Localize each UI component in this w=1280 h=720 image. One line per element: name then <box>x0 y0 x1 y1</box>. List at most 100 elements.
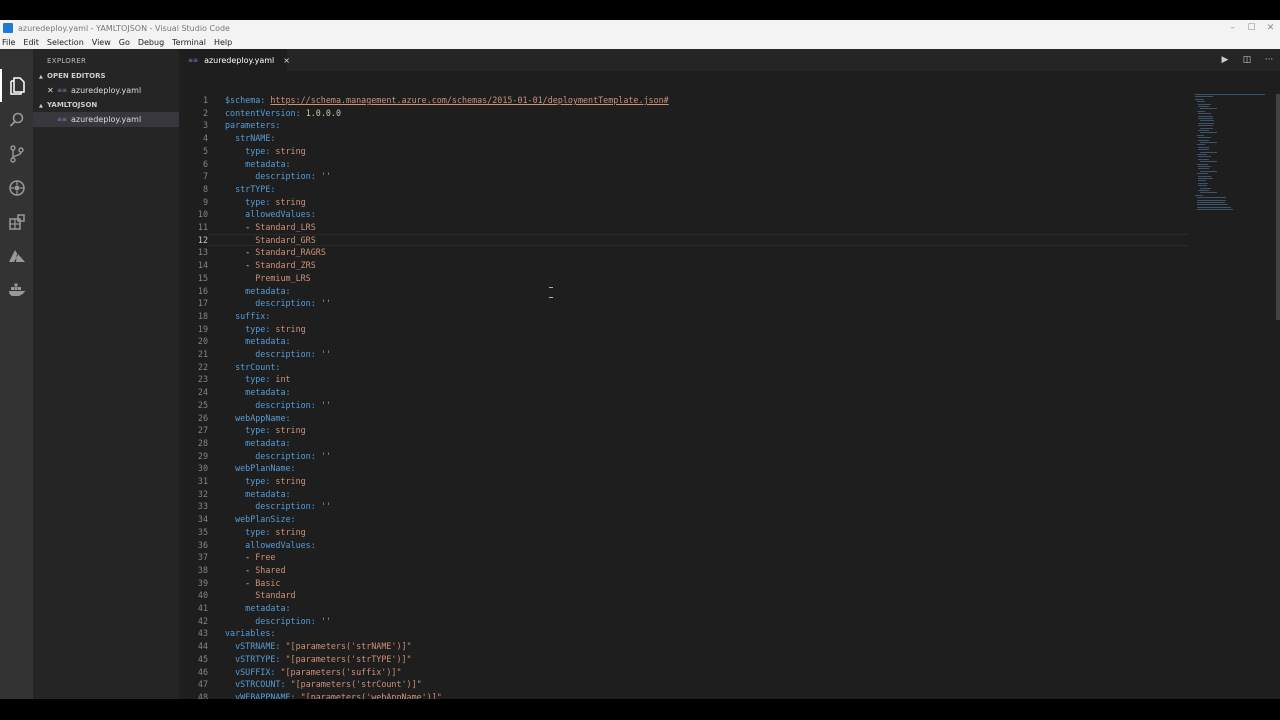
code-line[interactable]: 23 type: int <box>179 373 1189 386</box>
code-line[interactable]: 33 description: '' <box>179 500 1189 513</box>
line-number: 38 <box>197 564 208 575</box>
code-line[interactable]: 43 variables: <box>179 627 1189 640</box>
code-editor[interactable]: 1 $schema: https://schema.management.azur… <box>179 94 1189 699</box>
code-token: webPlanSize: <box>225 514 296 525</box>
code-line[interactable]: 20 metadata: <box>179 335 1189 348</box>
extensions-icon[interactable] <box>0 205 33 238</box>
code-line[interactable]: 47 vSTRCOUNT: "[parameters('strCount')]" <box>179 678 1189 691</box>
explorer-icon[interactable] <box>0 69 33 102</box>
code-line[interactable]: 32 metadata: <box>179 488 1189 501</box>
code-line[interactable]: 18 suffix: <box>179 310 1189 323</box>
code-line[interactable]: 45 vSTRTYPE: "[parameters('strTYPE')]" <box>179 653 1189 666</box>
menu-file[interactable]: File <box>2 38 15 47</box>
run-icon[interactable]: ▶ <box>1214 55 1236 65</box>
code-line[interactable]: 9 type: string <box>179 196 1189 209</box>
code-line[interactable]: 10 allowedValues: <box>179 208 1189 221</box>
line-text: metadata: <box>225 386 290 399</box>
code-line[interactable]: 34 webPlanSize: <box>179 513 1189 526</box>
line-text: metadata: <box>225 602 290 615</box>
code-line[interactable]: 16 metadata: <box>179 285 1189 298</box>
yaml-file-icon: ≡≡ <box>57 87 68 94</box>
close-icon[interactable]: ✕ <box>1261 20 1280 36</box>
code-line[interactable]: 17 description: '' <box>179 297 1189 310</box>
maximize-icon[interactable]: ☐ <box>1242 20 1261 36</box>
minimap[interactable] <box>1195 94 1275 224</box>
menu-help[interactable]: Help <box>214 38 232 47</box>
code-line[interactable]: 15 Premium_LRS <box>179 272 1189 285</box>
code-line[interactable]: 19 type: string <box>179 323 1189 336</box>
code-token: vSTRCOUNT: <box>225 679 291 690</box>
line-number: 37 <box>197 552 208 563</box>
line-text: vSTRCOUNT: "[parameters('strCount')]" <box>225 678 422 691</box>
code-line[interactable]: 3 parameters: <box>179 119 1189 132</box>
open-editor-item[interactable]: ✕ ≡≡ azuredeploy.yaml <box>33 83 179 98</box>
close-editor-icon[interactable]: ✕ <box>47 83 54 98</box>
code-line[interactable]: 41 metadata: <box>179 602 1189 615</box>
menu-terminal[interactable]: Terminal <box>172 38 206 47</box>
code-line[interactable]: 27 type: string <box>179 424 1189 437</box>
code-line[interactable]: 48 vWEBAPPNAME: "[parameters('webAppName… <box>179 691 1189 699</box>
code-line[interactable]: 21 description: '' <box>179 348 1189 361</box>
code-line[interactable]: 37 - Free <box>179 551 1189 564</box>
code-line[interactable]: 40 Standard <box>179 589 1189 602</box>
menu-selection[interactable]: Selection <box>47 38 84 47</box>
code-line[interactable]: 28 metadata: <box>179 437 1189 450</box>
code-line[interactable]: 8 strTYPE: <box>179 183 1189 196</box>
editor-area: ≡≡ azuredeploy.yaml × ▶ ◫ ··· 1 $schema: … <box>179 49 1280 699</box>
debug-icon[interactable] <box>0 171 33 204</box>
menu-debug[interactable]: Debug <box>138 38 164 47</box>
search-icon[interactable] <box>0 103 33 136</box>
folder-section[interactable]: ▲ YAMLTOJSON <box>33 98 179 112</box>
split-editor-icon[interactable]: ◫ <box>1236 55 1258 65</box>
more-actions-icon[interactable]: ··· <box>1258 55 1280 65</box>
code-line[interactable]: 31 type: string <box>179 475 1189 488</box>
minimap-line <box>1198 185 1207 187</box>
scrollbar-thumb[interactable] <box>1276 94 1280 320</box>
menu-view[interactable]: View <box>92 38 111 47</box>
code-line[interactable]: 35 type: string <box>179 526 1189 539</box>
code-line[interactable]: 4 strNAME: <box>179 132 1189 145</box>
docker-icon[interactable] <box>0 273 33 306</box>
code-line[interactable]: 36 allowedValues: <box>179 539 1189 552</box>
menu-go[interactable]: Go <box>119 38 130 47</box>
code-line[interactable]: 7 description: '' <box>179 170 1189 183</box>
code-line[interactable]: 46 vSUFFIX: "[parameters('suffix')]" <box>179 666 1189 679</box>
tab-azuredeploy-yaml[interactable]: ≡≡ azuredeploy.yaml × <box>179 49 290 71</box>
code-line[interactable]: 42 description: '' <box>179 615 1189 628</box>
code-line[interactable]: 25 description: '' <box>179 399 1189 412</box>
source-control-icon[interactable] <box>0 137 33 170</box>
minimap-line <box>1196 206 1231 208</box>
code-line[interactable]: 38 - Shared <box>179 564 1189 577</box>
code-token: "[parameters('strTYPE')]" <box>285 653 412 664</box>
code-line[interactable]: 2 contentVersion: 1.0.0.0 <box>179 107 1189 120</box>
minimize-icon[interactable]: – <box>1223 20 1242 36</box>
code-line[interactable]: 11 - Standard_LRS <box>179 221 1189 234</box>
azure-icon[interactable] <box>0 239 33 272</box>
code-token: "[parameters('webAppName')]" <box>300 691 442 699</box>
open-editors-section[interactable]: ▲ OPEN EDITORS <box>33 69 179 83</box>
tab-label: azuredeploy.yaml <box>204 55 275 65</box>
code-line[interactable]: 29 description: '' <box>179 450 1189 463</box>
code-token: string <box>275 425 306 436</box>
code-line[interactable]: 30 webPlanName: <box>179 462 1189 475</box>
code-line[interactable]: 24 metadata: <box>179 386 1189 399</box>
code-token: Premium_LRS <box>255 272 311 283</box>
menu-edit[interactable]: Edit <box>23 38 39 47</box>
settings-icon[interactable]: ⚙ <box>0 696 33 700</box>
file-tree-item[interactable]: ≡≡ azuredeploy.yaml <box>33 112 179 127</box>
line-number: 22 <box>197 361 208 372</box>
code-line[interactable]: 26 webAppName: <box>179 412 1189 425</box>
code-line[interactable]: 14 - Standard_ZRS <box>179 259 1189 272</box>
code-line[interactable]: 44 vSTRNAME: "[parameters('strNAME')]" <box>179 640 1189 653</box>
code-line[interactable]: 6 metadata: <box>179 158 1189 171</box>
code-line[interactable]: 5 type: string <box>179 145 1189 158</box>
tab-close-icon[interactable]: × <box>283 56 290 65</box>
code-line[interactable]: 13 - Standard_RAGRS <box>179 246 1189 259</box>
vertical-scrollbar[interactable] <box>1276 94 1280 699</box>
mouse-cursor-mark <box>549 297 553 298</box>
chevron-down-icon: ▲ <box>39 103 43 109</box>
code-line[interactable]: 22 strCount: <box>179 361 1189 374</box>
code-line[interactable]: 39 - Basic <box>179 577 1189 590</box>
code-line[interactable]: 12 Standard_GRS <box>179 233 1189 247</box>
code-line[interactable]: 1 $schema: https://schema.management.azur… <box>179 94 1189 107</box>
